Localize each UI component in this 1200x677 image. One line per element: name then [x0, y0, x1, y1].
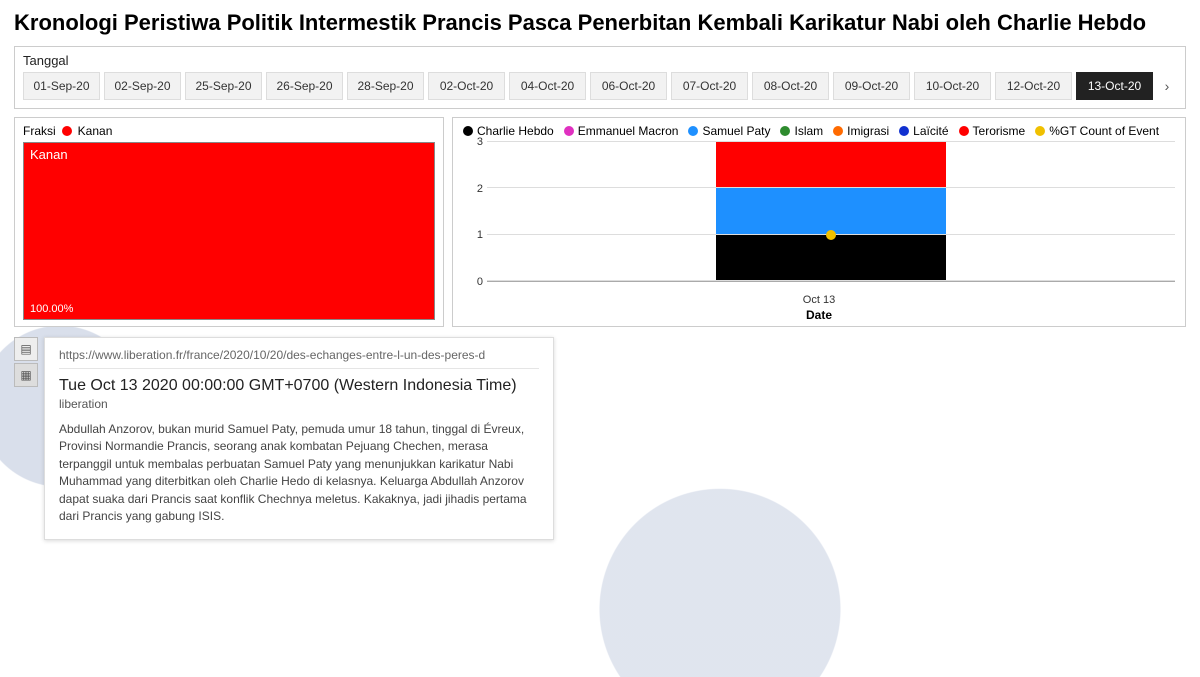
chart-plot[interactable]: [487, 142, 1175, 282]
x-tick-label: Oct 13: [463, 294, 1175, 306]
date-button[interactable]: 26-Sep-20: [266, 72, 343, 100]
legend-dot-icon: [463, 126, 473, 136]
legend-item[interactable]: Emmanuel Macron: [564, 124, 679, 138]
x-axis-title: Date: [463, 308, 1175, 322]
date-button[interactable]: 02-Sep-20: [104, 72, 181, 100]
date-button[interactable]: 09-Oct-20: [833, 72, 910, 100]
fraksi-panel: Fraksi Kanan Kanan 100.00%: [14, 117, 444, 327]
fraksi-title: Fraksi: [23, 124, 56, 138]
legend-label: Emmanuel Macron: [578, 124, 679, 138]
legend-dot-icon: [688, 126, 698, 136]
bar-segment: [716, 235, 946, 281]
event-card[interactable]: https://www.liberation.fr/france/2020/10…: [44, 337, 554, 540]
legend-label: Islam: [794, 124, 823, 138]
card-body: Abdullah Anzorov, bukan murid Samuel Pat…: [59, 421, 539, 525]
view-list-icon[interactable]: ▤: [14, 337, 38, 361]
date-button[interactable]: 13-Oct-20: [1076, 72, 1153, 100]
date-button[interactable]: 02-Oct-20: [428, 72, 505, 100]
legend-dot-icon: [899, 126, 909, 136]
date-button[interactable]: 07-Oct-20: [671, 72, 748, 100]
bar-segment: [716, 142, 946, 188]
date-button[interactable]: 12-Oct-20: [995, 72, 1072, 100]
legend-item[interactable]: Terorisme: [959, 124, 1026, 138]
legend-label: Laïcité: [913, 124, 948, 138]
legend-dot-icon: [564, 126, 574, 136]
bar-stack: [716, 142, 946, 281]
card-date: Tue Oct 13 2020 00:00:00 GMT+0700 (Weste…: [59, 377, 539, 395]
date-button[interactable]: 25-Sep-20: [185, 72, 262, 100]
date-button[interactable]: 01-Sep-20: [23, 72, 100, 100]
legend-item[interactable]: Samuel Paty: [688, 124, 770, 138]
grid-line: [487, 280, 1175, 281]
slicer-label: Tanggal: [23, 53, 1177, 68]
y-axis: 0123: [463, 142, 487, 282]
legend-label: Samuel Paty: [702, 124, 770, 138]
y-tick-label: 3: [477, 136, 483, 148]
date-button[interactable]: 08-Oct-20: [752, 72, 829, 100]
view-switch: ▤ ▦: [14, 337, 38, 540]
legend-dot-icon: [780, 126, 790, 136]
grid-line: [487, 141, 1175, 142]
legend-label: Terorisme: [973, 124, 1026, 138]
legend-dot-icon: [959, 126, 969, 136]
card-url[interactable]: https://www.liberation.fr/france/2020/10…: [59, 348, 539, 369]
legend-label: %GT Count of Event: [1049, 124, 1159, 138]
fraksi-legend-label: Kanan: [78, 124, 113, 138]
y-tick-label: 1: [477, 229, 483, 241]
date-button[interactable]: 04-Oct-20: [509, 72, 586, 100]
date-button[interactable]: 10-Oct-20: [914, 72, 991, 100]
legend-item[interactable]: Imigrasi: [833, 124, 889, 138]
secondary-marker: [826, 230, 836, 240]
legend-dot-icon: [1035, 126, 1045, 136]
page-title: Kronologi Peristiwa Politik Intermestik …: [14, 10, 1186, 36]
stacked-chart-panel: Charlie Hebdo Emmanuel Macron Samuel Paty I…: [452, 117, 1186, 327]
legend-item[interactable]: %GT Count of Event: [1035, 124, 1159, 138]
y-tick-label: 2: [477, 183, 483, 195]
card-source: liberation: [59, 397, 539, 411]
fraksi-legend-dot: [62, 126, 72, 136]
chart-legend: Charlie Hebdo Emmanuel Macron Samuel Paty I…: [463, 124, 1175, 138]
legend-item[interactable]: Laïcité: [899, 124, 948, 138]
treemap-block-label: Kanan: [30, 147, 68, 162]
slicer-next-icon[interactable]: ›: [1157, 72, 1177, 100]
fraksi-treemap[interactable]: Kanan 100.00%: [23, 142, 435, 320]
bar-segment: [716, 188, 946, 234]
treemap-pct: 100.00%: [30, 303, 73, 315]
legend-label: Imigrasi: [847, 124, 889, 138]
view-grid-icon[interactable]: ▦: [14, 363, 38, 387]
date-slicer: Tanggal 01-Sep-2002-Sep-2025-Sep-2026-Se…: [14, 46, 1186, 109]
legend-item[interactable]: Islam: [780, 124, 823, 138]
date-button[interactable]: 06-Oct-20: [590, 72, 667, 100]
legend-label: Charlie Hebdo: [477, 124, 554, 138]
legend-dot-icon: [833, 126, 843, 136]
date-button[interactable]: 28-Sep-20: [347, 72, 424, 100]
y-tick-label: 0: [477, 276, 483, 288]
grid-line: [487, 187, 1175, 188]
